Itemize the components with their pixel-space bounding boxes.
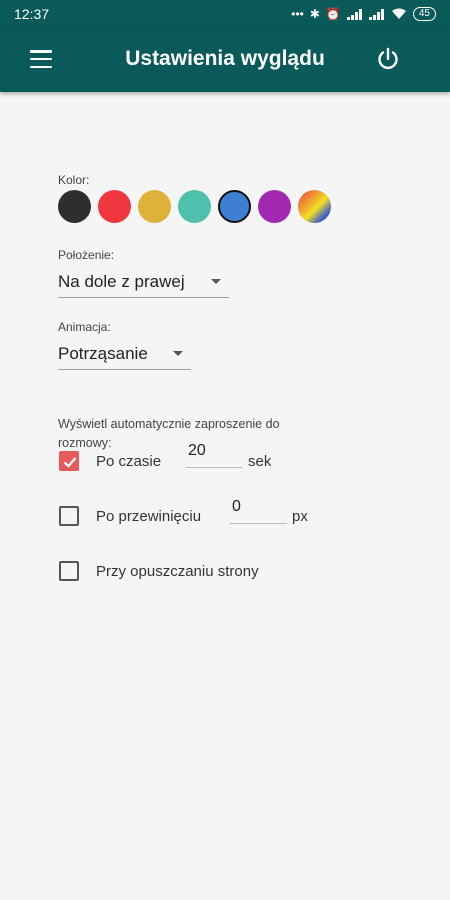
wifi-icon [391, 8, 406, 19]
color-label: Kolor: [58, 173, 90, 187]
position-label: Położenie: [58, 248, 115, 262]
color-swatch-gradient[interactable] [298, 190, 331, 223]
color-picker [58, 190, 331, 223]
color-swatch-black[interactable] [58, 190, 91, 223]
by-scroll-label: Po przewinięciu [96, 508, 202, 525]
animation-value: Potrząsanie [58, 343, 148, 363]
color-swatch-red[interactable] [98, 190, 131, 223]
battery-indicator: 45 [412, 7, 436, 21]
power-icon[interactable] [376, 47, 400, 71]
by-time-input[interactable]: 20 [186, 442, 242, 468]
by-scroll-unit: px [292, 508, 308, 525]
alarm-icon: ⏰ [325, 7, 341, 21]
signal-icon [346, 8, 362, 20]
dots-icon: ••• [291, 7, 304, 21]
animation-dropdown[interactable]: Potrząsanie [58, 338, 191, 370]
status-bar: 12:37 ••• ✱ ⏰ 45 [0, 0, 450, 28]
checkbox-by-scroll[interactable] [59, 506, 79, 526]
signal-icon-2 [368, 8, 384, 20]
by-scroll-input[interactable]: 0 [230, 498, 287, 524]
checkmark-icon [63, 457, 77, 468]
status-time: 12:37 [14, 6, 50, 22]
position-dropdown[interactable]: Na dole z prawej [58, 266, 229, 298]
by-time-label: Po czasie [96, 453, 162, 470]
on-exit-label: Przy opuszczaniu strony [96, 563, 259, 580]
chevron-down-icon [173, 351, 183, 356]
chevron-down-icon [211, 279, 221, 284]
app-bar: Ustawienia wyglądu [0, 28, 450, 92]
checkbox-by-time[interactable] [59, 451, 79, 471]
color-swatch-yellow[interactable] [138, 190, 171, 223]
checkbox-on-exit[interactable] [59, 561, 79, 581]
color-swatch-purple[interactable] [258, 190, 291, 223]
by-time-unit: sek [248, 453, 272, 470]
menu-icon[interactable] [30, 50, 52, 68]
color-swatch-teal[interactable] [178, 190, 211, 223]
color-swatch-blue[interactable] [218, 190, 251, 223]
animation-label: Animacja: [58, 320, 111, 334]
status-icons: ••• ✱ ⏰ 45 [291, 7, 436, 21]
bluetooth-icon: ✱ [309, 7, 320, 21]
position-value: Na dole z prawej [58, 271, 185, 291]
